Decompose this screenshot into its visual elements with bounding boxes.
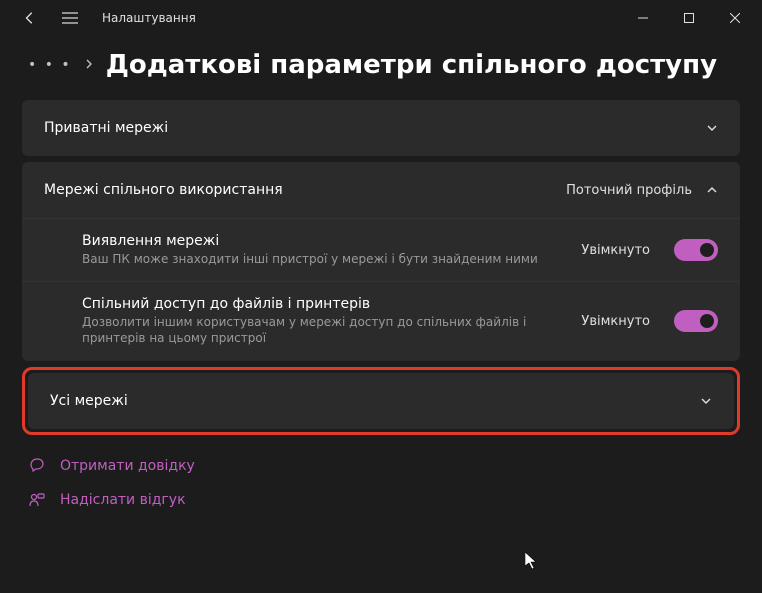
setting-title: Виявлення мережі — [82, 233, 563, 249]
panel-shared-networks: Мережі спільного використання Поточний п… — [22, 162, 740, 361]
toggle-state-label: Увімкнуто — [581, 314, 650, 329]
current-profile-badge: Поточний профіль — [566, 183, 692, 198]
panel-all-networks: Усі мережі — [28, 373, 734, 429]
setting-network-discovery: Виявлення мережі Ваш ПК може знаходити і… — [22, 219, 740, 281]
titlebar: Налаштування — [0, 0, 762, 36]
link-label: Надіслати відгук — [60, 492, 186, 508]
panel-header-shared[interactable]: Мережі спільного використання Поточний п… — [22, 162, 740, 218]
toggle-file-printer-sharing[interactable] — [674, 310, 718, 332]
chevron-right-icon — [84, 58, 94, 72]
help-icon — [28, 457, 46, 475]
panel-label: Приватні мережі — [44, 120, 168, 136]
page-title: Додаткові параметри спільного доступу — [106, 50, 717, 80]
setting-description: Ваш ПК може знаходити інші пристрої у ме… — [82, 251, 562, 267]
panel-label: Усі мережі — [50, 393, 128, 409]
link-label: Отримати довідку — [60, 458, 195, 474]
toggle-state-label: Увімкнуто — [581, 243, 650, 258]
page-header: • • • Додаткові параметри спільного дост… — [0, 36, 762, 100]
maximize-button[interactable] — [666, 2, 712, 34]
panel-label: Мережі спільного використання — [44, 182, 283, 198]
minimize-button[interactable] — [620, 2, 666, 34]
panel-body-shared: Виявлення мережі Ваш ПК може знаходити і… — [22, 218, 740, 361]
chevron-down-icon — [706, 122, 718, 134]
breadcrumb-dots[interactable]: • • • — [28, 57, 72, 73]
panel-header-all[interactable]: Усі мережі — [28, 373, 734, 429]
cursor-icon — [525, 552, 541, 570]
back-button[interactable] — [16, 4, 44, 32]
panel-header-private[interactable]: Приватні мережі — [22, 100, 740, 156]
panel-private-networks: Приватні мережі — [22, 100, 740, 156]
highlight-annotation: Усі мережі — [22, 367, 740, 435]
toggle-network-discovery[interactable] — [674, 239, 718, 261]
footer-links: Отримати довідку Надіслати відгук — [0, 435, 762, 531]
close-button[interactable] — [712, 2, 758, 34]
chevron-down-icon — [700, 395, 712, 407]
help-link[interactable]: Отримати довідку — [28, 457, 734, 475]
feedback-link[interactable]: Надіслати відгук — [28, 491, 734, 509]
chevron-up-icon — [706, 184, 718, 196]
app-title: Налаштування — [102, 11, 196, 25]
setting-title: Спільний доступ до файлів і принтерів — [82, 296, 563, 312]
setting-file-printer-sharing: Спільний доступ до файлів і принтерів До… — [22, 281, 740, 360]
feedback-icon — [28, 491, 46, 509]
setting-description: Дозволити іншим користувачам у мережі до… — [82, 314, 562, 346]
menu-button[interactable] — [56, 4, 84, 32]
